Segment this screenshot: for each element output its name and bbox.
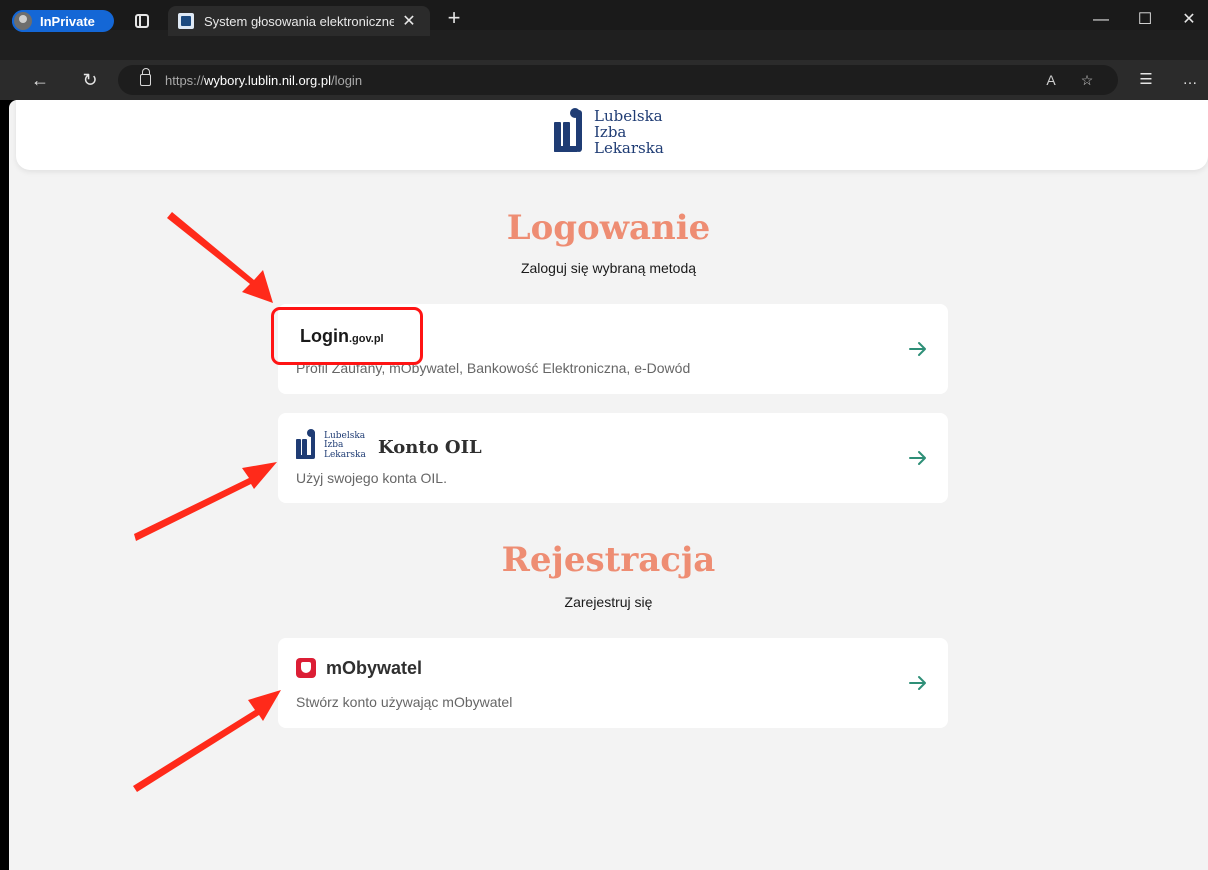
back-arrow-icon[interactable]: ← (28, 68, 52, 92)
oil-logo-text: Lubelska Izba Lekarska (324, 431, 366, 460)
lil-emblem-icon (554, 108, 594, 158)
page-viewport: Lubelska Izba Lekarska Logowanie Zaloguj… (9, 100, 1208, 870)
konto-oil-title: Konto OIL (378, 437, 482, 458)
konto-oil-card[interactable]: Lubelska Izba Lekarska Konto OIL Użyj sw… (278, 413, 948, 503)
registration-subtitle: Zarejestruj się (564, 594, 653, 610)
arrow-right-icon (909, 451, 926, 465)
url-path: /login (330, 72, 363, 88)
inprivate-label: InPrivate (40, 13, 95, 29)
url-domain: wybory.lublin.nil.org.pl (204, 72, 331, 88)
logo-text: Lubelska Izba Lekarska (594, 109, 664, 156)
favorites-icon[interactable]: ☰ (1134, 68, 1158, 92)
browser-titlebar: InPrivate System głosowania elektroniczn… (0, 0, 1208, 60)
arrow-right-icon (909, 342, 926, 356)
login-subtitle: Zaloguj się wybraną metodą (520, 260, 697, 276)
arrow-right-icon (909, 676, 926, 690)
registration-title: Rejestracja (501, 540, 716, 580)
site-favicon-icon (178, 13, 194, 29)
lil-emblem-icon (296, 429, 324, 463)
logo-line-3: Lekarska (594, 138, 664, 157)
site-logo[interactable]: Lubelska Izba Lekarska (554, 108, 664, 158)
url-scheme: https:// (165, 72, 205, 88)
profile-avatar-icon (12, 10, 34, 32)
favorite-star-icon[interactable]: ☆ (1076, 69, 1098, 91)
tab-actions-icon[interactable] (135, 14, 149, 28)
inprivate-badge[interactable]: InPrivate (12, 10, 114, 32)
mobywatel-eagle-icon (296, 658, 316, 678)
address-bar[interactable]: https://wybory.lublin.nil.org.pl/login A… (118, 65, 1118, 95)
mobywatel-description: Stwórz konto używając mObywatel (296, 694, 513, 710)
more-menu-icon[interactable]: … (1178, 68, 1202, 92)
site-header: Lubelska Izba Lekarska (16, 100, 1208, 170)
minimize-button[interactable]: — (1086, 8, 1116, 32)
annotation-highlight-box (271, 307, 423, 365)
tab-title: System głosowania elektronicznego (204, 13, 394, 29)
close-window-button[interactable]: ✕ (1174, 8, 1204, 32)
annotation-arrow-3 (133, 690, 281, 792)
new-tab-button[interactable]: + (444, 6, 464, 30)
login-title: Logowanie (506, 208, 711, 248)
address-bar-row: ← ↻ https://wybory.lublin.nil.org.pl/log… (0, 60, 1208, 100)
annotation-arrow-2 (134, 462, 277, 541)
konto-oil-description: Użyj swojego konta OIL. (296, 470, 447, 486)
read-aloud-icon[interactable]: A (1040, 69, 1062, 91)
maximize-button[interactable]: ☐ (1130, 8, 1160, 32)
mobywatel-card[interactable]: mObywatel Stwórz konto używając mObywate… (278, 638, 948, 728)
mobywatel-title: mObywatel (326, 658, 423, 678)
lock-icon[interactable] (140, 68, 151, 86)
url-text[interactable]: https://wybory.lublin.nil.org.pl/login (165, 73, 362, 88)
oil-logo: Lubelska Izba Lekarska (296, 429, 366, 463)
tab-active[interactable]: System głosowania elektronicznego ✕ (168, 6, 430, 36)
refresh-icon[interactable]: ↻ (78, 68, 102, 92)
oil-logo-line-3: Lekarska (324, 449, 366, 460)
tab-close-icon[interactable]: ✕ (400, 11, 418, 31)
